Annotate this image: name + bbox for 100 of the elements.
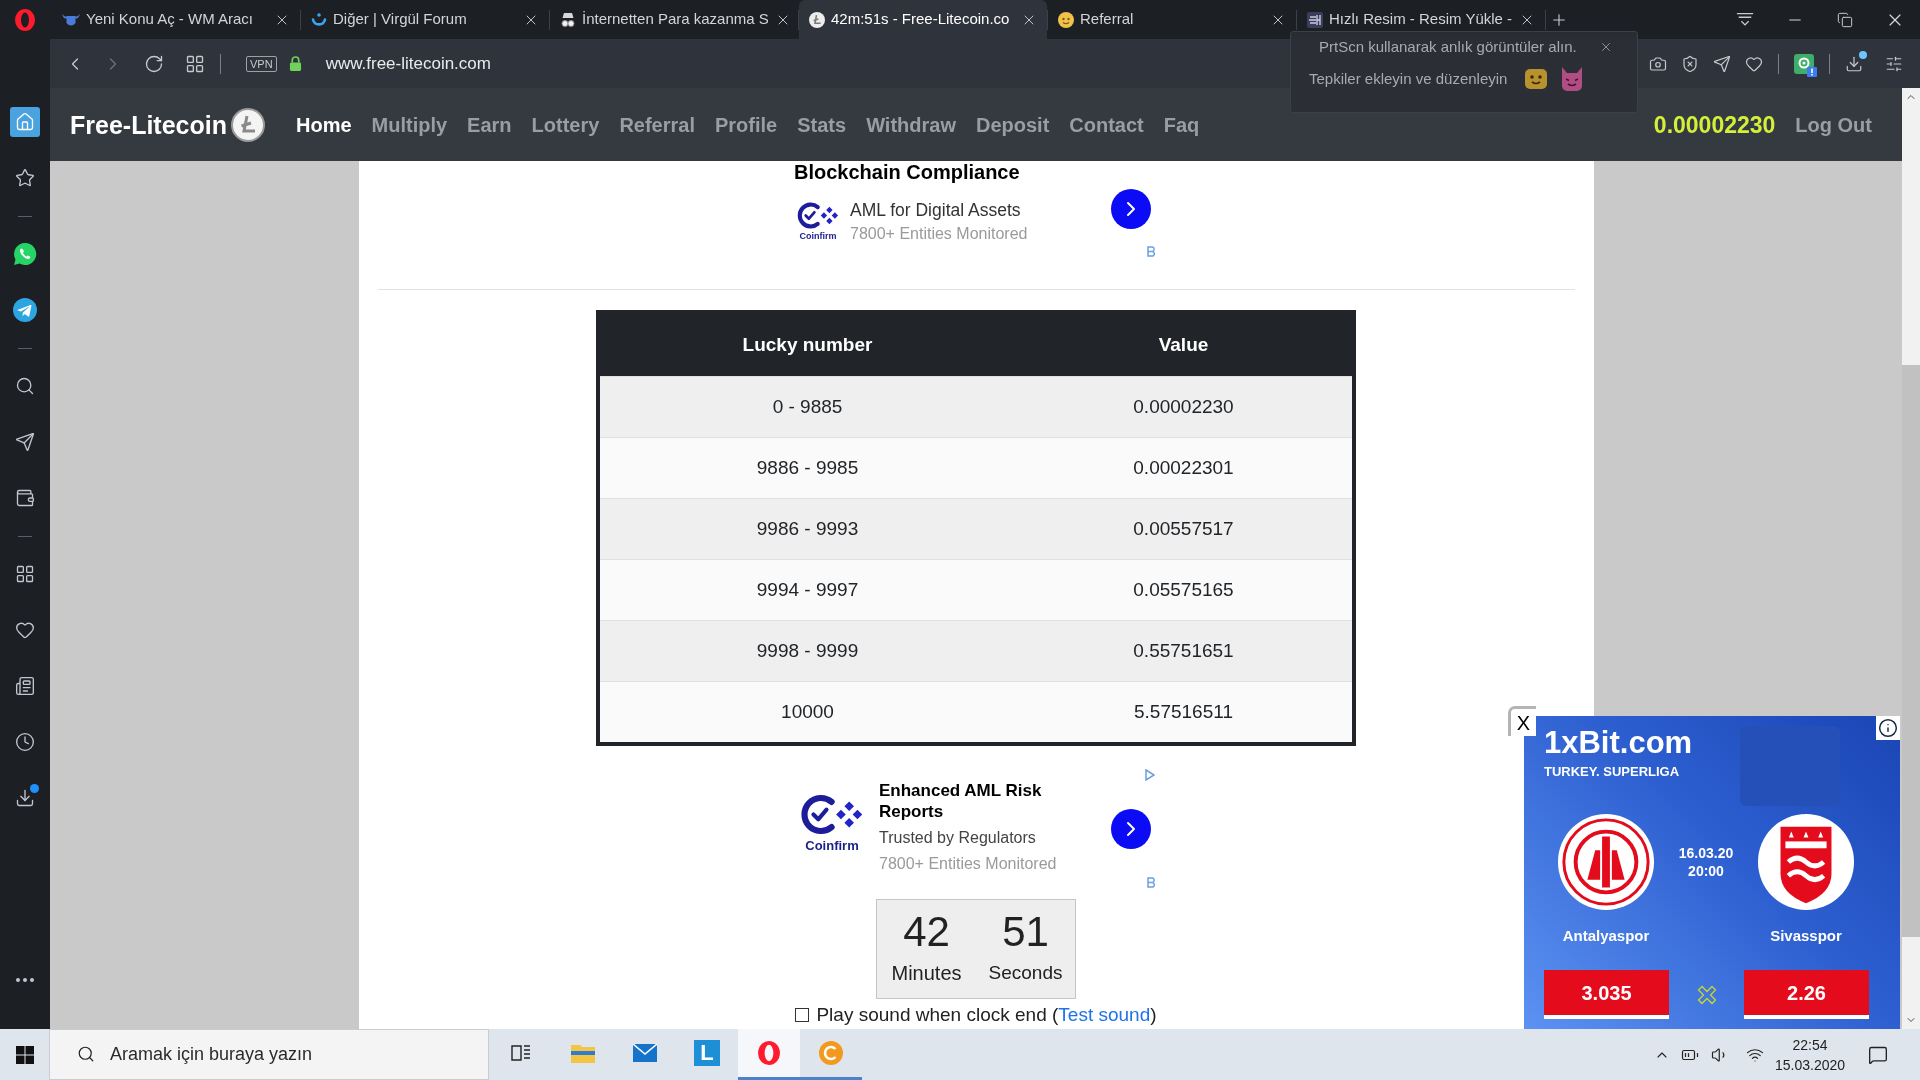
devil-emoji-icon[interactable] xyxy=(1560,66,1585,92)
house-icon xyxy=(15,112,35,132)
taskbar-app-button[interactable] xyxy=(738,1029,800,1080)
club-crest-icon xyxy=(1757,813,1855,911)
nav-link[interactable]: Contact xyxy=(1059,111,1154,138)
tab-menu-icon[interactable] xyxy=(1736,12,1754,27)
league-name: TURKEY. SUPERLIGA xyxy=(1544,764,1681,780)
settings-icon[interactable] xyxy=(1885,54,1903,73)
test-sound-link[interactable]: Test sound xyxy=(1058,1004,1151,1025)
wallet-icon xyxy=(15,488,35,508)
ad-brand: 1xBit.com xyxy=(1544,726,1693,760)
chat-phone-icon xyxy=(13,242,37,266)
nav-link[interactable]: Profile xyxy=(705,111,788,138)
table-cell-text: 9994 - 9997 xyxy=(756,577,859,602)
scrollbar-thumb[interactable] xyxy=(1902,365,1920,937)
lock-icon xyxy=(288,56,302,71)
column-header: Value xyxy=(1158,332,1209,357)
paper-plane-icon xyxy=(13,298,37,322)
extension-icon[interactable] xyxy=(1794,53,1814,74)
camera-icon[interactable] xyxy=(1649,54,1667,73)
sound-checkbox[interactable] xyxy=(795,1008,810,1022)
coin-logo-icon xyxy=(809,11,825,28)
logout-link[interactable]: Log Out xyxy=(1795,111,1872,138)
nav-link[interactable]: Lottery xyxy=(521,111,610,138)
search-icon xyxy=(77,1045,95,1063)
nav-link[interactable]: Home xyxy=(286,111,362,138)
app-logo: L xyxy=(694,1040,720,1066)
nav-link[interactable]: Multiply xyxy=(361,111,458,138)
seconds-label: Seconds xyxy=(988,961,1063,985)
download-icon xyxy=(15,788,35,808)
ad-headline[interactable]: Enhanced AML Risk Reports xyxy=(879,780,1069,822)
coin-icon xyxy=(1058,11,1074,28)
ad-open-button[interactable] xyxy=(1111,809,1151,849)
table-cell-text: 9986 - 9993 xyxy=(756,516,859,541)
send-icon xyxy=(15,432,35,452)
reload-icon[interactable] xyxy=(144,53,164,74)
nav-link[interactable]: Deposit xyxy=(965,111,1060,138)
close-button[interactable]: X xyxy=(1508,706,1536,736)
coin-logo-icon[interactable] xyxy=(231,107,265,142)
download-icon[interactable] xyxy=(1845,54,1863,73)
minutes-value: 42 xyxy=(903,909,950,955)
table-cell-text: 9998 - 9999 xyxy=(756,638,859,663)
folder-icon xyxy=(571,1043,595,1063)
smiley-emoji-icon[interactable] xyxy=(1524,67,1549,91)
ad-title[interactable]: Blockchain Compliance xyxy=(791,161,1161,183)
minutes-label: Minutes xyxy=(891,961,962,985)
smile-icon xyxy=(311,11,327,28)
table-cell-text: 0.00022301 xyxy=(1133,455,1234,480)
restore-icon[interactable] xyxy=(1837,11,1853,28)
nav-link[interactable]: Referral xyxy=(609,111,705,138)
team-name: Sivasspor xyxy=(1770,926,1842,946)
sound-option-label: Play sound when clock end (Test sound) xyxy=(816,1004,1157,1026)
clock-icon xyxy=(15,732,35,752)
ad-description: 7800+ Entities Monitored xyxy=(879,854,1058,874)
hat-and-glasses-icon xyxy=(560,11,576,28)
odds-button[interactable]: 2.26 xyxy=(1744,970,1869,1019)
send-icon[interactable] xyxy=(1713,54,1731,73)
search-field[interactable]: Aramak için buraya yazın xyxy=(49,1029,489,1080)
ad-mark-icon[interactable] xyxy=(1147,246,1157,257)
ad-subtitle: Trusted by Regulators xyxy=(879,828,1037,848)
address-field[interactable]: www.free-litecoin.com xyxy=(325,50,926,77)
table-cell-text: 0.55751651 xyxy=(1133,638,1234,663)
clock-date[interactable]: 15.03.2020 xyxy=(1774,1054,1846,1075)
info-icon[interactable] xyxy=(1876,716,1900,740)
nav-link[interactable]: Earn xyxy=(457,111,522,138)
odds-button[interactable]: 3.035 xyxy=(1544,970,1669,1019)
more-icon xyxy=(16,978,34,982)
nav-link[interactable]: Withdraw xyxy=(856,111,966,138)
logo-text: Coinfirm xyxy=(799,231,837,242)
news-icon xyxy=(15,676,35,696)
popup-tip: Tepkiler ekleyin ve düzenleyin xyxy=(1309,68,1508,89)
ad-headline[interactable]: AML for Digital Assets xyxy=(850,198,1028,222)
sidebar-button[interactable] xyxy=(10,295,40,325)
heart-icon[interactable] xyxy=(1745,54,1763,73)
balance-amount: 0.00002230 xyxy=(1653,110,1776,139)
clock-time[interactable]: 22:54 xyxy=(1792,1034,1828,1055)
ad-mark-icon[interactable] xyxy=(1147,877,1157,888)
triangle-icon[interactable] xyxy=(1145,769,1155,781)
nav-link[interactable]: Stats xyxy=(787,111,857,138)
taskbar-app-button[interactable]: L xyxy=(676,1029,738,1080)
heart-icon xyxy=(15,620,35,640)
team-name: Antalyaspor xyxy=(1562,926,1650,946)
match-time: 20:00 xyxy=(1688,862,1724,880)
vpn-badge[interactable]: VPN xyxy=(246,55,277,72)
table-cell-text: 5.57516511 xyxy=(1134,699,1233,724)
grid-icon[interactable] xyxy=(185,53,205,74)
windows-logo-icon[interactable] xyxy=(15,1045,34,1064)
notification-icon[interactable] xyxy=(1868,1044,1888,1065)
circle-logo-icon xyxy=(819,1041,843,1065)
nav-link[interactable]: Faq xyxy=(1153,111,1210,138)
column-header: Lucky number xyxy=(742,332,873,357)
task-view-icon xyxy=(511,1043,531,1063)
popup-tip: PrtScn kullanarak anlık görüntüler alın. xyxy=(1319,36,1577,57)
brand-name[interactable]: Free-Litecoin xyxy=(70,109,227,140)
browser-tab[interactable]: 42m:51s - Free-Litecoin.co xyxy=(799,0,1047,39)
ad-open-button[interactable] xyxy=(1111,189,1151,229)
ring-logo-icon[interactable] xyxy=(758,1041,780,1065)
shield-x-icon[interactable] xyxy=(1681,54,1699,73)
logo-icon xyxy=(796,200,840,231)
ring-logo-icon[interactable] xyxy=(15,8,35,31)
